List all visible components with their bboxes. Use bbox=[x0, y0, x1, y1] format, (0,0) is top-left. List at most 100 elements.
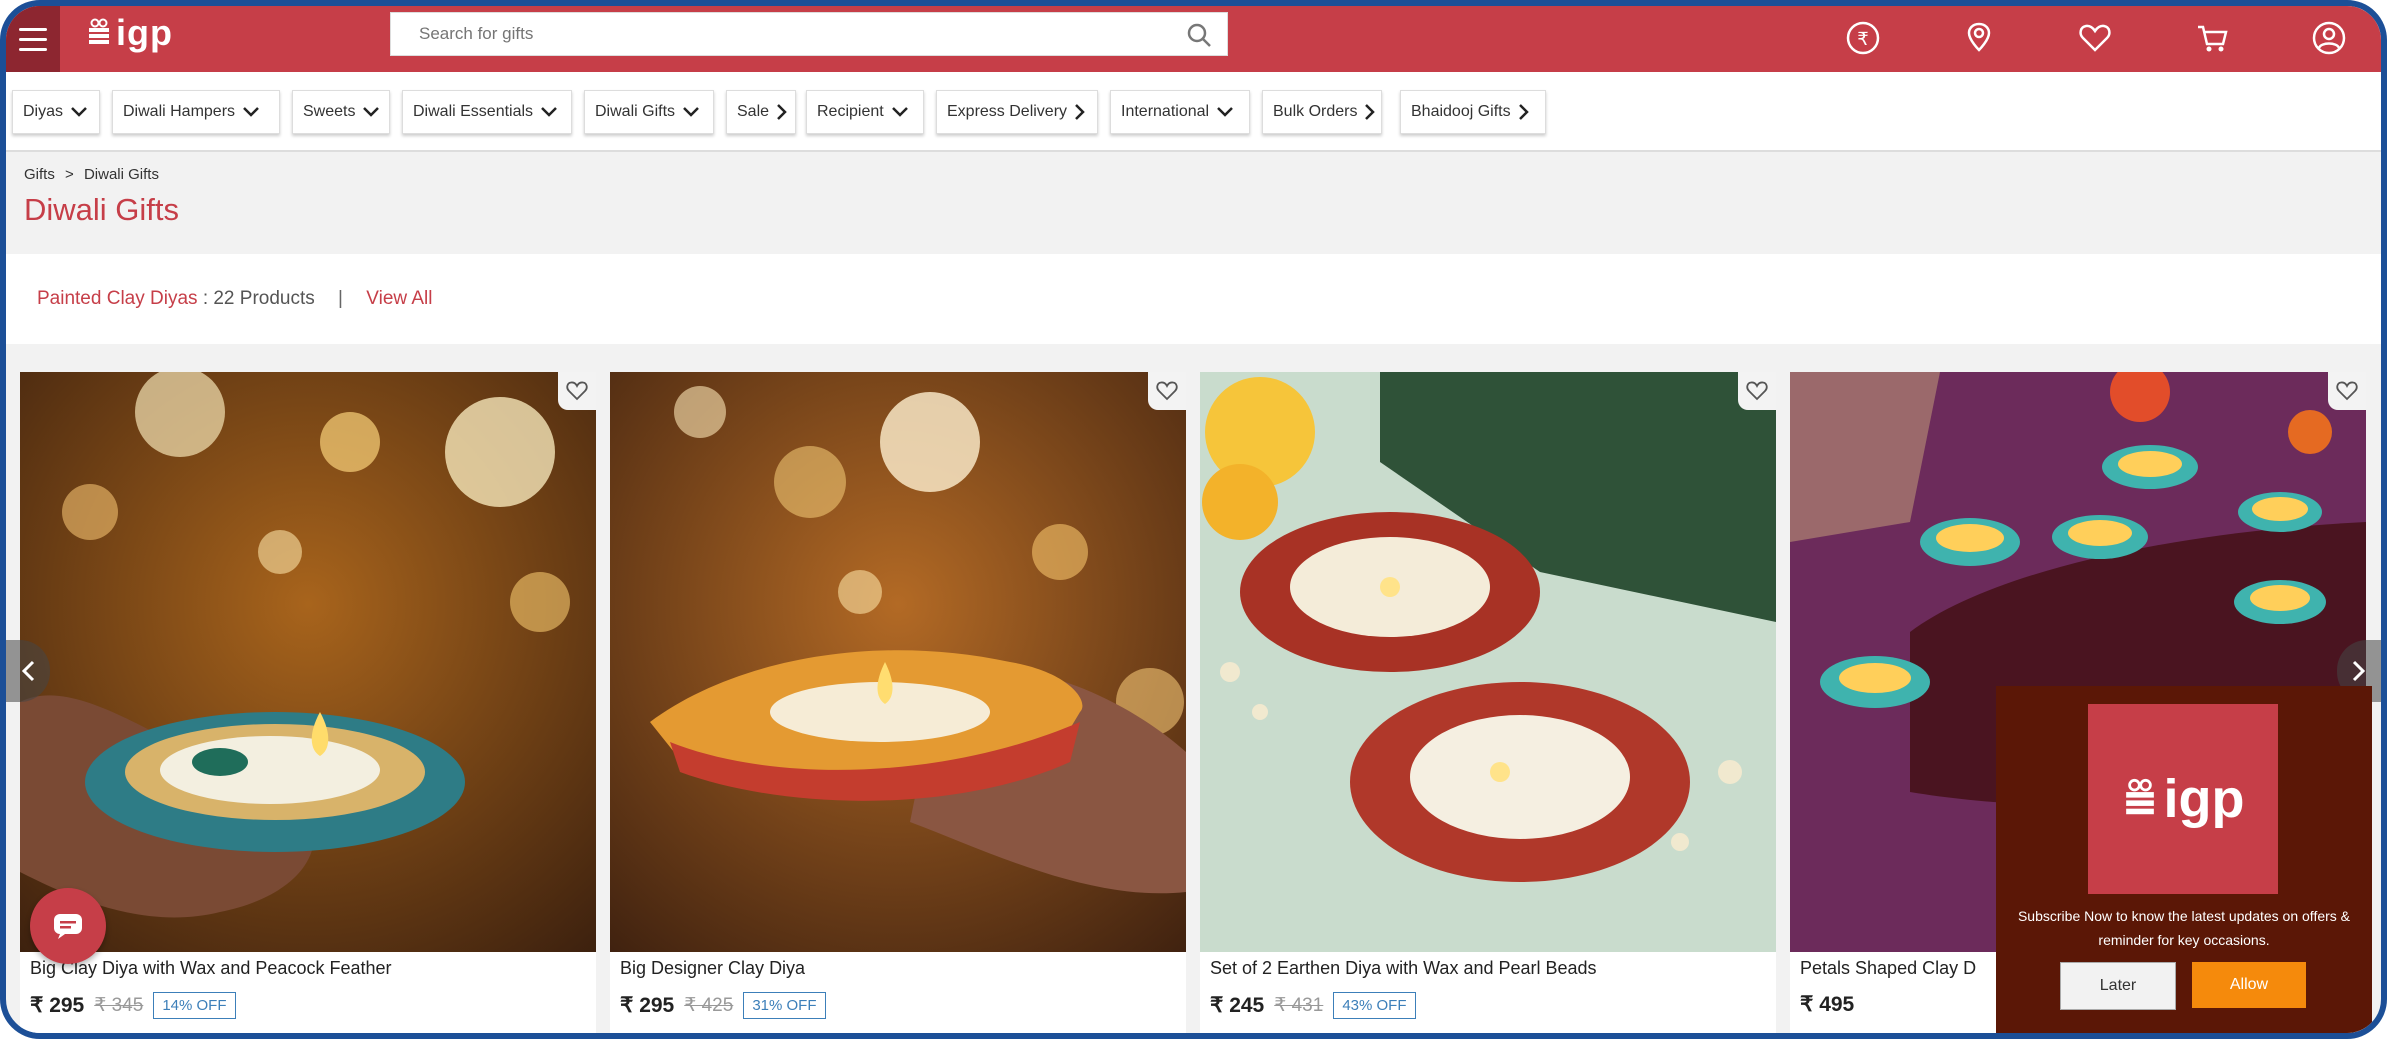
wishlist-button[interactable] bbox=[1148, 372, 1186, 410]
chevron-right-icon bbox=[2352, 660, 2366, 682]
price-row: ₹ 245 ₹ 431 43% OFF bbox=[1210, 992, 1416, 1019]
price-row: ₹ 495 bbox=[1800, 992, 1854, 1017]
discount-badge: 14% OFF bbox=[153, 992, 236, 1019]
nav-item-recipient[interactable]: Recipient bbox=[806, 90, 924, 134]
product-old-price: ₹ 425 bbox=[684, 995, 734, 1016]
chevron-right-icon bbox=[1365, 104, 1376, 120]
nav-item-diwali-gifts[interactable]: Diwali Gifts bbox=[584, 90, 714, 134]
nav-item-label: Sale bbox=[737, 103, 770, 120]
nav-item-label: Sweets bbox=[303, 103, 356, 120]
chevron-down-icon bbox=[683, 107, 699, 117]
chevron-down-icon bbox=[891, 107, 908, 117]
heart-icon bbox=[1156, 381, 1178, 401]
chevron-right-icon bbox=[1075, 104, 1085, 120]
logo-text: igp bbox=[116, 12, 173, 53]
product-card[interactable]: Big Clay Diya with Wax and Peacock Feath… bbox=[20, 372, 596, 1033]
product-name[interactable]: Petals Shaped Clay D bbox=[1800, 958, 1976, 979]
chat-icon bbox=[54, 914, 82, 939]
product-price: ₹ 295 bbox=[620, 994, 675, 1017]
search-icon[interactable] bbox=[1185, 21, 1213, 49]
chevron-left-icon bbox=[21, 660, 35, 682]
wishlist-button[interactable] bbox=[1738, 372, 1776, 410]
product-card[interactable]: Set of 2 Earthen Diya with Wax and Pearl… bbox=[1200, 372, 1776, 1033]
category-count: : 22 Products bbox=[202, 288, 315, 309]
heart-icon[interactable] bbox=[2075, 18, 2115, 58]
chat-button[interactable] bbox=[30, 888, 106, 964]
chevron-down-icon bbox=[1217, 107, 1233, 117]
category-band: Painted Clay Diyas : 22 Products | View … bbox=[6, 254, 2381, 344]
allow-button[interactable]: Allow bbox=[2192, 962, 2306, 1008]
nav-item-sweets[interactable]: Sweets bbox=[292, 90, 390, 134]
product-name[interactable]: Set of 2 Earthen Diya with Wax and Pearl… bbox=[1210, 958, 1597, 979]
breadcrumb: Gifts > Diwali Gifts bbox=[24, 166, 159, 183]
nav-item-label: Diyas bbox=[23, 103, 64, 120]
product-name[interactable]: Big Designer Clay Diya bbox=[620, 958, 805, 979]
product-price: ₹ 295 bbox=[30, 994, 85, 1017]
price-row: ₹ 295 ₹ 345 14% OFF bbox=[30, 992, 236, 1019]
nav-item-label: Diwali Essentials bbox=[413, 103, 534, 120]
product-old-price: ₹ 345 bbox=[94, 995, 144, 1016]
svg-text:₹: ₹ bbox=[1857, 29, 1868, 50]
product-card[interactable]: Big Designer Clay Diya ₹ 295 ₹ 425 31% O… bbox=[610, 372, 1186, 1033]
nav-item-label: Express Delivery bbox=[947, 103, 1068, 120]
location-icon[interactable] bbox=[1959, 18, 1999, 58]
price-row: ₹ 295 ₹ 425 31% OFF bbox=[620, 992, 826, 1019]
breadcrumb-separator: > bbox=[65, 166, 74, 183]
chevron-right-icon bbox=[1518, 104, 1529, 120]
product-price: ₹ 495 bbox=[1800, 993, 1855, 1016]
nav-item-bulk-orders[interactable]: Bulk Orders bbox=[1262, 90, 1382, 134]
discount-badge: 31% OFF bbox=[743, 992, 826, 1019]
category-separator: | bbox=[338, 288, 343, 309]
chevron-down-icon bbox=[363, 107, 380, 117]
nav-item-diwali-hampers[interactable]: Diwali Hampers bbox=[112, 90, 280, 134]
category-nav: Diyas Diwali Hampers Sweets Diwali Essen… bbox=[6, 72, 2381, 152]
chevron-right-icon bbox=[777, 104, 787, 120]
heart-icon bbox=[566, 381, 588, 401]
nav-item-label: Bhaidooj Gifts bbox=[1411, 103, 1511, 120]
rupee-icon[interactable]: ₹ bbox=[1843, 18, 1883, 58]
nav-item-diwali-essentials[interactable]: Diwali Essentials bbox=[402, 90, 572, 134]
search-input[interactable] bbox=[417, 13, 1181, 55]
wishlist-button[interactable] bbox=[558, 372, 596, 410]
later-button[interactable]: Later bbox=[2060, 962, 2176, 1010]
search-box[interactable] bbox=[390, 12, 1228, 56]
discount-badge: 43% OFF bbox=[1333, 992, 1416, 1019]
breadcrumb-current: Diwali Gifts bbox=[83, 166, 159, 183]
category-line: Painted Clay Diyas : 22 Products | View … bbox=[37, 288, 432, 310]
product-image[interactable] bbox=[20, 372, 596, 952]
nav-item-diyas[interactable]: Diyas bbox=[12, 90, 100, 134]
nav-item-express-delivery[interactable]: Express Delivery bbox=[936, 90, 1098, 134]
product-image[interactable] bbox=[610, 372, 1186, 952]
heart-icon bbox=[1746, 381, 1768, 401]
nav-item-label: Diwali Hampers bbox=[123, 103, 236, 120]
product-price: ₹ 245 bbox=[1210, 994, 1265, 1017]
menu-icon[interactable] bbox=[6, 6, 60, 72]
user-icon[interactable] bbox=[2309, 18, 2349, 58]
page-title: Diwali Gifts bbox=[24, 192, 180, 227]
igp-logo[interactable]: igp bbox=[86, 12, 173, 54]
top-header: igp ₹ bbox=[6, 6, 2381, 72]
nav-item-sale[interactable]: Sale bbox=[726, 90, 796, 134]
heart-icon bbox=[2336, 381, 2358, 401]
popup-message: Subscribe Now to know the latest updates… bbox=[2017, 908, 2351, 948]
product-old-price: ₹ 431 bbox=[1274, 995, 1324, 1016]
nav-item-label: International bbox=[1121, 103, 1210, 120]
view-all-link[interactable]: View All bbox=[366, 288, 432, 309]
nav-item-label: Recipient bbox=[817, 103, 884, 120]
product-name[interactable]: Big Clay Diya with Wax and Peacock Feath… bbox=[30, 958, 392, 979]
chevron-down-icon bbox=[541, 107, 557, 117]
product-image[interactable] bbox=[1200, 372, 1776, 952]
popup-logo-text: igp bbox=[2163, 769, 2245, 829]
wishlist-button[interactable] bbox=[2328, 372, 2366, 410]
browser-frame: igp ₹ bbox=[0, 0, 2387, 1039]
nav-item-international[interactable]: International bbox=[1110, 90, 1250, 134]
chevron-down-icon bbox=[243, 107, 259, 117]
chevron-down-icon bbox=[71, 107, 87, 117]
nav-item-label: Diwali Gifts bbox=[595, 103, 676, 120]
gift-icon bbox=[2125, 778, 2154, 815]
subscribe-popup: igp Subscribe Now to know the latest upd… bbox=[1996, 686, 2372, 1033]
cart-icon[interactable] bbox=[2193, 18, 2233, 58]
nav-item-bhaidooj-gifts[interactable]: Bhaidooj Gifts bbox=[1400, 90, 1546, 134]
breadcrumb-home[interactable]: Gifts bbox=[24, 166, 55, 183]
category-name[interactable]: Painted Clay Diyas bbox=[37, 288, 198, 309]
